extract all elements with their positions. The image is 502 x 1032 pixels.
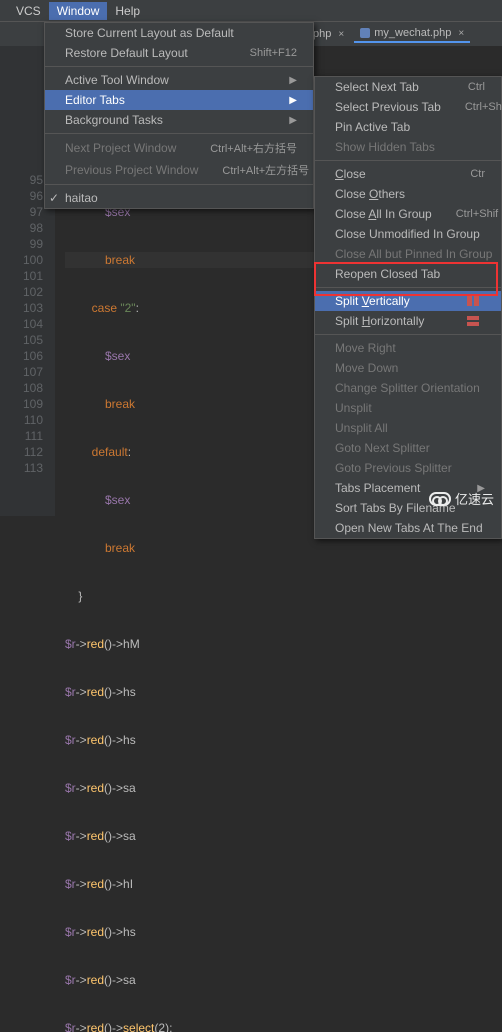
close-icon[interactable]: × [338, 29, 344, 40]
chevron-right-icon: ▶ [289, 75, 297, 86]
chevron-right-icon: ▶ [289, 115, 297, 126]
menu-bg-tasks[interactable]: Background Tasks▶ [45, 110, 313, 130]
menu-split-vertically[interactable]: Split Vertically [315, 291, 501, 311]
menu-open-tabs-end[interactable]: Open New Tabs At The End [315, 518, 501, 538]
menu-prev-project: Previous Project WindowCtrl+Alt+左方括号 [45, 159, 313, 181]
menu-store-layout[interactable]: Store Current Layout as Default [45, 23, 313, 43]
menu-split-horizontally[interactable]: Split Horizontally [315, 311, 501, 331]
tab-my-wechat[interactable]: my_wechat.php× [354, 25, 470, 43]
menu-unsplit: Unsplit [315, 398, 501, 418]
watermark-logo-icon [429, 492, 451, 506]
menu-window[interactable]: Window [49, 2, 108, 20]
menu-close-unmodified[interactable]: Close Unmodified In Group [315, 224, 501, 244]
watermark: 亿速云 [429, 489, 494, 508]
menu-pin-tab[interactable]: Pin Active Tab [315, 117, 501, 137]
menu-show-hidden: Show Hidden Tabs [315, 137, 501, 157]
chevron-right-icon: ▶ [289, 95, 297, 106]
menu-close[interactable]: CloseCtr [315, 164, 501, 184]
menu-move-right: Move Right [315, 338, 501, 358]
menu-close-all[interactable]: Close All In GroupCtrl+Shif [315, 204, 501, 224]
menu-restore-layout[interactable]: Restore Default LayoutShift+F12 [45, 43, 313, 63]
menu-active-tool[interactable]: Active Tool Window▶ [45, 70, 313, 90]
menu-haitao[interactable]: ✓haitao [45, 188, 313, 208]
split-horizontal-icon [467, 316, 479, 326]
menu-select-next-tab[interactable]: Select Next TabCtrl [315, 77, 501, 97]
menu-change-splitter: Change Splitter Orientation [315, 378, 501, 398]
split-vertical-icon [467, 296, 479, 306]
close-icon[interactable]: × [458, 28, 464, 39]
editor-tabs-submenu: Select Next TabCtrl Select Previous TabC… [314, 76, 502, 539]
menu-unsplit-all: Unsplit All [315, 418, 501, 438]
window-menu: Store Current Layout as Default Restore … [44, 22, 314, 209]
menu-move-down: Move Down [315, 358, 501, 378]
menubar: VCS Window Help [0, 0, 502, 22]
menu-reopen-closed[interactable]: Reopen Closed Tab [315, 264, 501, 284]
menu-vcs[interactable]: VCS [8, 2, 49, 20]
menu-editor-tabs[interactable]: Editor Tabs▶ [45, 90, 313, 110]
menu-close-others[interactable]: Close Others [315, 184, 501, 204]
menu-goto-prev-split: Goto Previous Splitter [315, 458, 501, 478]
menu-goto-next-split: Goto Next Splitter [315, 438, 501, 458]
check-icon: ✓ [49, 191, 59, 205]
menu-select-prev-tab[interactable]: Select Previous TabCtrl+Shif [315, 97, 501, 117]
menu-help[interactable]: Help [107, 2, 148, 20]
php-icon [360, 28, 370, 38]
menu-next-project: Next Project WindowCtrl+Alt+右方括号 [45, 137, 313, 159]
menu-close-pinned: Close All but Pinned In Group [315, 244, 501, 264]
